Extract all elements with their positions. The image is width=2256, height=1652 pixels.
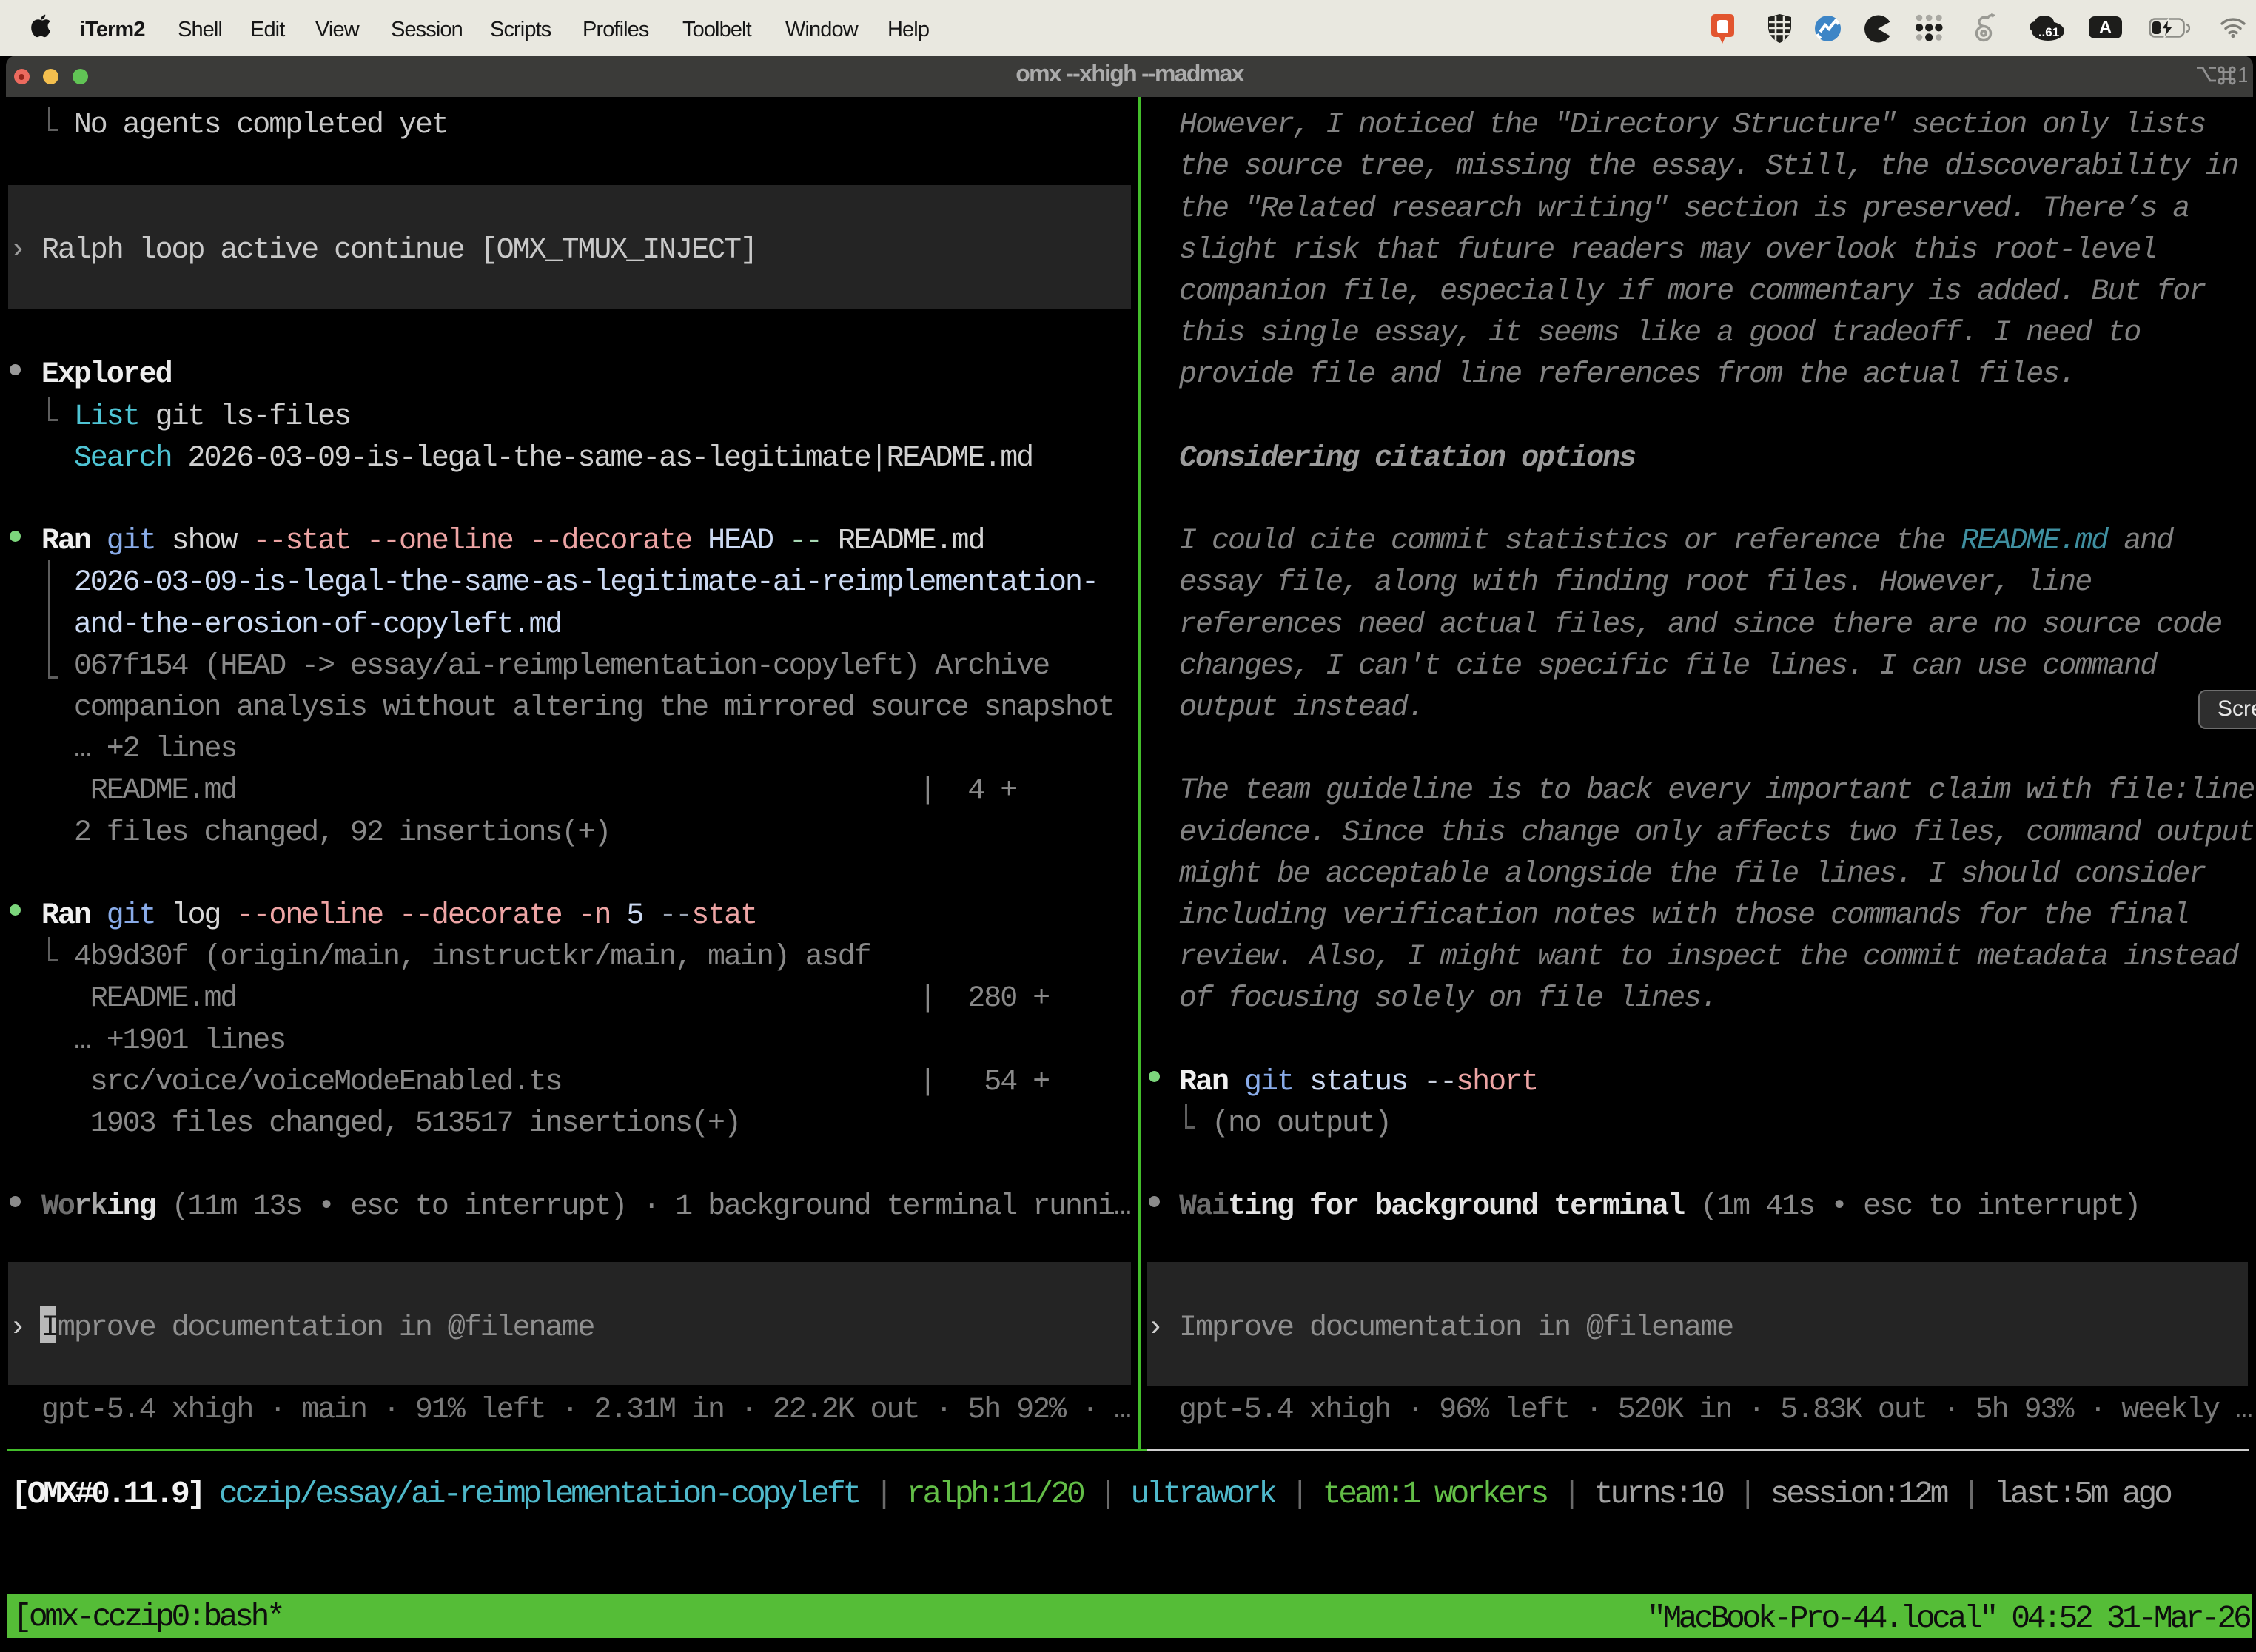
svg-text:1: 1 (2237, 64, 2247, 87)
svg-text:..61: ..61 (2038, 25, 2059, 39)
